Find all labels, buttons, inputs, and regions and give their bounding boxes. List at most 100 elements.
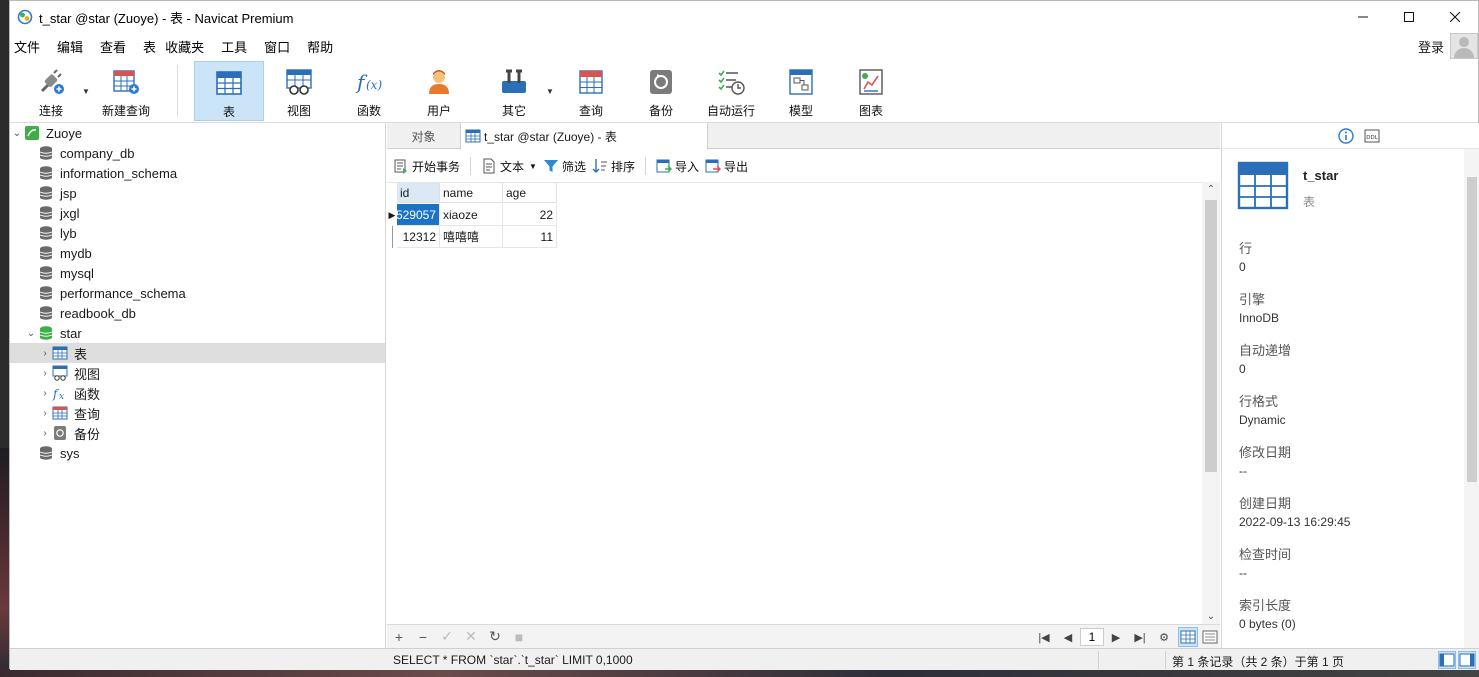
- export-button[interactable]: 导出: [705, 158, 748, 175]
- user-button[interactable]: 用户: [404, 61, 474, 121]
- menu-table[interactable]: 表: [138, 37, 160, 56]
- menu-file[interactable]: 文件: [10, 37, 52, 56]
- table-cell-id[interactable]: 529057: [397, 204, 440, 226]
- login-link[interactable]: 登录: [1418, 37, 1444, 56]
- tree-db-item[interactable]: jxgl: [10, 203, 385, 223]
- menu-favorites[interactable]: 收藏夹: [160, 37, 216, 56]
- tree-node-queries[interactable]: › 查询: [10, 403, 385, 423]
- table-icon: [465, 129, 481, 143]
- database-icon: [39, 446, 53, 460]
- tree-node-backups[interactable]: › 备份: [10, 423, 385, 443]
- add-record-icon[interactable]: +: [387, 629, 411, 645]
- text-button[interactable]: 文本 ▼: [481, 158, 537, 175]
- chart-button[interactable]: 图表: [836, 61, 906, 121]
- tree-db-sys[interactable]: sys: [10, 443, 385, 463]
- menu-window[interactable]: 窗口: [259, 37, 302, 56]
- tree-db-item[interactable]: mysql: [10, 263, 385, 283]
- connect-button[interactable]: 连接: [16, 61, 86, 121]
- column-header-name[interactable]: name: [440, 183, 503, 203]
- backup-button[interactable]: 备份: [626, 61, 696, 121]
- scroll-up-icon[interactable]: ⌃: [1202, 184, 1220, 195]
- view-button[interactable]: 视图: [264, 61, 334, 121]
- column-header-age[interactable]: age: [503, 183, 557, 203]
- tree-node-tables[interactable]: › 表: [10, 343, 385, 363]
- grid-vertical-scrollbar[interactable]: ⌃ ⌄: [1202, 182, 1220, 624]
- table-icon: [52, 346, 68, 360]
- table-cell-age[interactable]: 22: [503, 204, 557, 226]
- function-button[interactable]: f (x) 函数: [334, 61, 404, 121]
- menu-tools[interactable]: 工具: [216, 37, 259, 56]
- stop-icon[interactable]: ■: [507, 629, 531, 645]
- chevron-down-icon[interactable]: ⌄: [10, 128, 24, 139]
- model-button[interactable]: 模型: [766, 61, 836, 121]
- grid-view-button[interactable]: [1178, 627, 1198, 647]
- tab-objects[interactable]: 对象: [387, 123, 460, 149]
- gear-icon[interactable]: ⚙: [1152, 631, 1176, 644]
- connect-dropdown-icon[interactable]: ▼: [82, 87, 90, 96]
- tree-db-item[interactable]: information_schema: [10, 163, 385, 183]
- table-button[interactable]: 表: [194, 61, 264, 121]
- scrollbar-thumb[interactable]: [1467, 177, 1477, 482]
- import-button[interactable]: 导入: [656, 158, 699, 175]
- menu-edit[interactable]: 编辑: [52, 37, 95, 56]
- table-cell-name[interactable]: xiaoze: [440, 204, 503, 226]
- table-cell-id[interactable]: 12312: [397, 226, 440, 248]
- sort-button[interactable]: 排序: [592, 158, 635, 175]
- minimize-icon: [1358, 16, 1368, 18]
- info-icon[interactable]: [1338, 127, 1354, 144]
- tree-db-item[interactable]: mydb: [10, 243, 385, 263]
- tree-db-item[interactable]: company_db: [10, 143, 385, 163]
- query-button[interactable]: 查询: [556, 61, 626, 121]
- scroll-down-icon[interactable]: ⌄: [1202, 611, 1220, 622]
- chevron-right-icon[interactable]: ›: [38, 388, 52, 399]
- import-icon: [656, 159, 672, 173]
- tree-node-views[interactable]: › 视图: [10, 363, 385, 383]
- new-query-button[interactable]: 新建查询: [91, 61, 161, 121]
- tab-t-star[interactable]: t_star @star (Zuoye) - 表: [460, 123, 708, 150]
- tree-db-item[interactable]: performance_schema: [10, 283, 385, 303]
- menu-view[interactable]: 查看: [95, 37, 138, 56]
- tree-db-item[interactable]: readbook_db: [10, 303, 385, 323]
- maximize-button[interactable]: [1386, 1, 1432, 33]
- chevron-down-icon[interactable]: ⌄: [24, 328, 38, 339]
- chevron-right-icon[interactable]: ›: [38, 348, 52, 359]
- tree-db-item[interactable]: lyb: [10, 223, 385, 243]
- column-header-id[interactable]: id: [397, 183, 440, 203]
- toggle-right-panel-button[interactable]: [1458, 651, 1476, 669]
- toggle-left-panel-button[interactable]: [1438, 651, 1456, 669]
- filter-button[interactable]: 筛选: [543, 158, 586, 175]
- chevron-right-icon[interactable]: ›: [38, 408, 52, 419]
- grid-view-icon: [1180, 630, 1196, 644]
- avatar[interactable]: [1450, 33, 1478, 59]
- tree-node-functions[interactable]: › f x 函数: [10, 383, 385, 403]
- scrollbar-thumb[interactable]: [1205, 200, 1217, 472]
- first-page-icon[interactable]: |◀: [1032, 631, 1056, 644]
- form-view-button[interactable]: [1200, 627, 1220, 647]
- discard-changes-icon[interactable]: ✕: [459, 628, 483, 645]
- last-page-icon[interactable]: ▶|: [1128, 631, 1152, 644]
- table-cell-name[interactable]: 嘻嘻嘻: [440, 226, 503, 248]
- page-number-input[interactable]: 1: [1080, 628, 1104, 646]
- apply-changes-icon[interactable]: ✓: [435, 628, 459, 645]
- next-page-icon[interactable]: ▶: [1104, 631, 1128, 644]
- tree-db-item[interactable]: jsp: [10, 183, 385, 203]
- info-panel-scrollbar[interactable]: [1464, 149, 1479, 648]
- menu-help[interactable]: 帮助: [302, 37, 345, 56]
- delete-record-icon[interactable]: −: [411, 629, 435, 645]
- chevron-right-icon[interactable]: ›: [38, 368, 52, 379]
- automation-button[interactable]: 自动运行: [696, 61, 766, 121]
- ddl-icon[interactable]: DDL: [1364, 128, 1380, 144]
- tree-connection-zuoye[interactable]: ⌄ Zuoye: [10, 123, 385, 143]
- tree-db-star[interactable]: ⌄ star: [10, 323, 385, 343]
- minimize-button[interactable]: [1340, 1, 1386, 33]
- begin-transaction-button[interactable]: 开始事务: [393, 158, 460, 175]
- automation-icon: [718, 70, 745, 95]
- other-dropdown-icon[interactable]: ▼: [546, 87, 554, 96]
- prev-page-icon[interactable]: ◀: [1056, 631, 1080, 644]
- refresh-icon[interactable]: ↻: [483, 628, 507, 645]
- text-dropdown-icon[interactable]: ▼: [529, 162, 537, 171]
- other-button[interactable]: 其它: [479, 61, 549, 121]
- close-button[interactable]: [1432, 1, 1478, 33]
- chevron-right-icon[interactable]: ›: [38, 428, 52, 439]
- table-cell-age[interactable]: 11: [503, 226, 557, 248]
